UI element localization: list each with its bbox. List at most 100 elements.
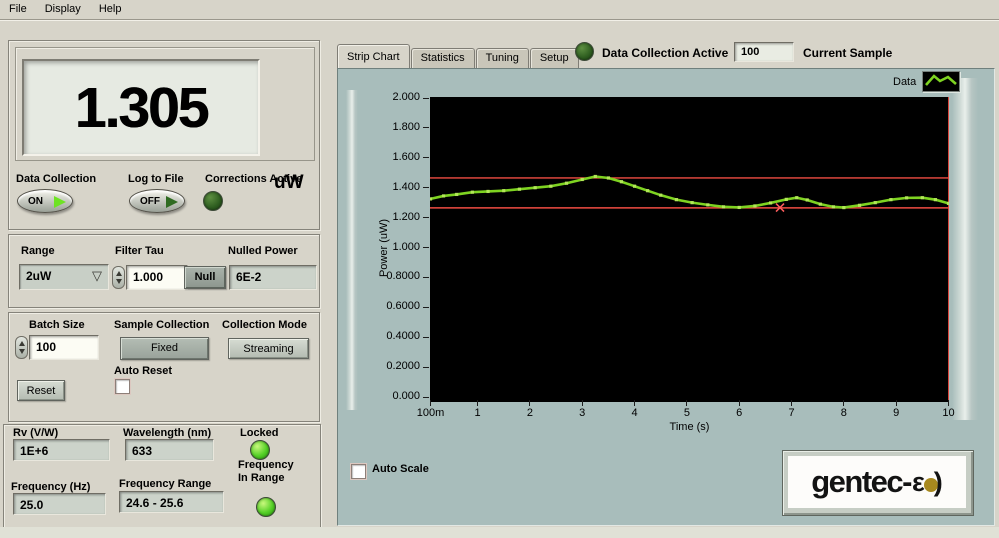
y-axis-tick — [423, 217, 429, 218]
logo-epsilon-icon: ε — [912, 467, 925, 498]
tab-bar: Strip ChartStatisticsTuningSetup — [337, 44, 580, 69]
increment-icon[interactable] — [19, 341, 25, 346]
meter-display: 1.305 — [22, 59, 260, 156]
logo-text: gentec — [811, 464, 902, 500]
locked-led — [250, 440, 270, 460]
log-to-file-label: Log to File — [128, 173, 184, 185]
range-value: 2uW — [26, 269, 51, 283]
filter-tau-input[interactable]: 1.000 — [126, 265, 188, 290]
tab-tuning[interactable]: Tuning — [476, 48, 529, 69]
corrections-active-label: Corrections Active — [205, 173, 302, 185]
wavelength-input[interactable]: 633 — [125, 439, 214, 461]
sample-collection-label: Sample Collection — [114, 319, 209, 331]
y-axis-tick — [423, 187, 429, 188]
frequency-range-label: Frequency Range — [119, 478, 211, 490]
increment-icon[interactable] — [116, 271, 122, 276]
tab-setup[interactable]: Setup — [530, 48, 579, 69]
detector-panel: Rv (V/W) Wavelength (nm) Locked 1E+6 633… — [3, 424, 321, 528]
legend-label: Data — [893, 76, 916, 88]
collection-mode-button[interactable]: Streaming — [228, 338, 309, 359]
frequency-input[interactable]: 25.0 — [13, 493, 106, 515]
batch-panel: Batch Size Sample Collection Collection … — [8, 312, 320, 422]
x-axis-tick-label: 3 — [560, 407, 604, 419]
frequency-label: Frequency (Hz) — [11, 481, 90, 493]
x-axis-tick-label: 7 — [770, 407, 814, 419]
batch-size-stepper[interactable] — [15, 336, 28, 359]
x-axis-tick-label: 5 — [665, 407, 709, 419]
y-axis-tick-label: 1.400 — [352, 181, 420, 193]
x-axis-tick-label: 100m — [409, 407, 453, 419]
rv-input[interactable]: 1E+6 — [13, 439, 110, 461]
y-axis-tick — [423, 367, 429, 368]
y-axis-tick-label: 0.2000 — [352, 360, 420, 372]
tab-strip-chart[interactable]: Strip Chart — [337, 44, 410, 69]
x-axis-tick-label: 4 — [613, 407, 657, 419]
y-axis-tick — [423, 98, 429, 99]
x-axis-tick — [529, 400, 530, 406]
x-axis-tick-label: 10 — [927, 407, 971, 419]
x-axis-tick — [686, 400, 687, 406]
data-collection-toggle[interactable]: ON — [17, 189, 73, 213]
x-axis-tick — [739, 400, 740, 406]
strip-chart-plot[interactable] — [430, 97, 949, 402]
nulled-power-value: 6E-2 — [229, 265, 317, 290]
menu-item-display[interactable]: Display — [36, 1, 90, 18]
decrement-icon[interactable] — [19, 349, 25, 354]
x-axis-tick — [843, 400, 844, 406]
sample-collection-button[interactable]: Fixed — [120, 337, 209, 360]
batch-size-label: Batch Size — [29, 319, 85, 331]
decrement-icon[interactable] — [116, 279, 122, 284]
y-axis-tick-label: 2.000 — [352, 91, 420, 103]
range-dropdown[interactable]: 2uW ▽ — [19, 264, 109, 290]
meter-panel: 1.305 uW Data Collection Log to File Cor… — [8, 40, 320, 230]
x-axis-tick — [634, 400, 635, 406]
nulled-power-label: Nulled Power — [228, 245, 298, 257]
collection-mode-label: Collection Mode — [222, 319, 307, 331]
auto-reset-checkbox[interactable] — [115, 379, 130, 394]
wavelength-label: Wavelength (nm) — [123, 427, 211, 439]
gentec-logo: gentec - ε ) — [788, 456, 966, 508]
power-meter-window: FileDisplayHelp 1.305 uW Data Collection… — [0, 0, 999, 538]
y-axis-tick-label: 1.600 — [352, 151, 420, 163]
x-axis-tick — [896, 400, 897, 406]
data-collection-label: Data Collection — [16, 173, 96, 185]
meter-display-frame: 1.305 uW — [15, 47, 315, 161]
y-axis-title: Power (uW) — [378, 219, 390, 277]
menu-item-file[interactable]: File — [0, 1, 36, 18]
batch-size-input[interactable]: 100 — [29, 335, 99, 360]
auto-scale-checkbox[interactable] — [351, 464, 366, 479]
log-to-file-state: OFF — [140, 196, 160, 207]
logo-arc-icon: ) — [934, 467, 943, 498]
data-series-icon — [922, 71, 960, 92]
data-collection-active-led — [575, 42, 594, 61]
x-axis-tick — [791, 400, 792, 406]
logo-dash: - — [902, 464, 911, 500]
tab-statistics[interactable]: Statistics — [411, 48, 475, 69]
reset-button[interactable]: Reset — [17, 380, 65, 401]
filter-tau-label: Filter Tau — [115, 245, 164, 257]
chart-legend[interactable]: Data — [893, 71, 960, 92]
log-to-file-toggle[interactable]: OFF — [129, 189, 185, 213]
menu-item-help[interactable]: Help — [90, 1, 131, 18]
y-axis-tick — [423, 337, 429, 338]
null-button[interactable]: Null — [184, 266, 226, 289]
x-axis-tick — [948, 400, 949, 406]
x-axis-tick-label: 1 — [456, 407, 500, 419]
x-axis-tick — [430, 400, 431, 406]
range-label: Range — [21, 245, 55, 257]
filter-tau-stepper[interactable] — [112, 266, 125, 289]
x-axis-tick-label: 9 — [874, 407, 918, 419]
rv-label: Rv (V/W) — [13, 427, 58, 439]
gentec-logo-frame: gentec - ε ) — [782, 450, 974, 516]
x-axis-tick — [477, 400, 478, 406]
chevron-down-icon[interactable]: ▽ — [92, 268, 102, 284]
y-axis-tick-label: 0.4000 — [352, 330, 420, 342]
y-axis-tick-label: 0.000 — [352, 390, 420, 402]
meter-value: 1.305 — [75, 75, 208, 141]
y-axis-tick — [423, 157, 429, 158]
x-axis-tick-label: 8 — [822, 407, 866, 419]
chart-frame-right — [952, 78, 978, 420]
current-sample-label: Current Sample — [803, 46, 892, 60]
y-axis-tick-label: 0.6000 — [352, 300, 420, 312]
frequency-in-range-label: Frequency In Range — [238, 459, 294, 485]
